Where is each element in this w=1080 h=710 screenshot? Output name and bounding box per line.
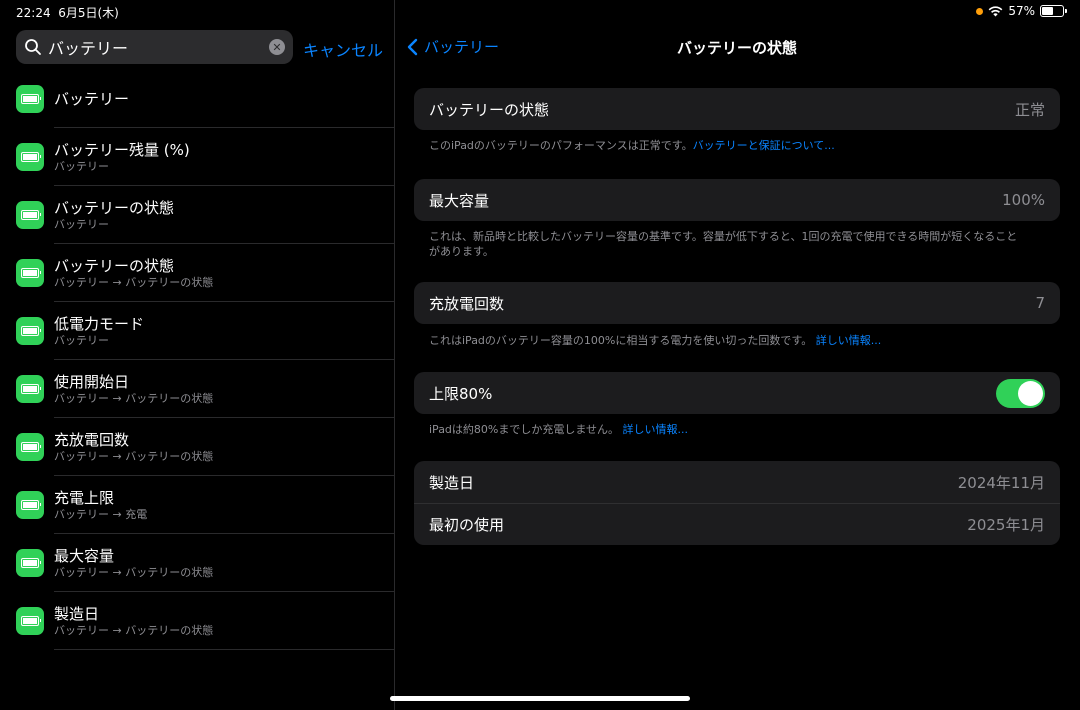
- result-subtitle: バッテリー → バッテリーの状態: [54, 275, 214, 289]
- result-title: バッテリー: [54, 89, 130, 108]
- list-item[interactable]: バッテリー残量 (%) バッテリー: [0, 128, 394, 186]
- result-subtitle: バッテリー: [54, 217, 109, 231]
- battery-settings-icon: [16, 317, 44, 345]
- list-item[interactable]: 充放電回数 バッテリー → バッテリーの状態: [0, 418, 394, 476]
- result-title: バッテリー残量 (%): [54, 140, 190, 159]
- pane-divider: [394, 0, 395, 710]
- cycle-count-footnote: これはiPadのバッテリー容量の100%に相当する電力を使い切った回数です。 詳…: [429, 333, 1019, 348]
- wifi-icon: [988, 5, 1003, 16]
- dates-group: 製造日 2024年11月 最初の使用 2025年1月: [414, 461, 1060, 545]
- max-capacity-value: 100%: [1002, 191, 1045, 209]
- battery-percent: 57%: [1008, 4, 1035, 18]
- toggle-knob: [1018, 380, 1043, 406]
- warranty-link[interactable]: バッテリーと保証について...: [693, 139, 835, 152]
- charge-limit-toggle[interactable]: [996, 378, 1045, 408]
- battery-settings-icon: [16, 375, 44, 403]
- cycle-count-row: 充放電回数 7: [414, 282, 1060, 324]
- clear-search-icon[interactable]: ✕: [269, 39, 285, 55]
- list-item[interactable]: 使用開始日 バッテリー → バッテリーの状態: [0, 360, 394, 418]
- max-capacity-row: 最大容量 100%: [414, 179, 1060, 221]
- battery-health-footnote: このiPadのバッテリーのパフォーマンスは正常です。バッテリーと保証について..…: [429, 138, 1019, 153]
- battery-health-group: バッテリーの状態 正常: [414, 88, 1060, 130]
- search-icon: [25, 39, 41, 55]
- charge-limit-group: 上限80%: [414, 372, 1060, 414]
- result-title: バッテリーの状態: [54, 256, 175, 275]
- manufacture-date-row: 製造日 2024年11月: [414, 461, 1060, 503]
- cycle-learn-more-link[interactable]: 詳しい情報...: [816, 334, 882, 347]
- result-title: 充電上限: [54, 488, 115, 507]
- first-use-value: 2025年1月: [967, 516, 1045, 534]
- max-capacity-label: 最大容量: [429, 191, 490, 210]
- battery-level-fill: [1042, 7, 1054, 15]
- search-input[interactable]: バッテリー: [48, 35, 269, 59]
- cycle-count-group: 充放電回数 7: [414, 282, 1060, 324]
- privacy-indicator-dot: [976, 7, 984, 15]
- charge-limit-label: 上限80%: [429, 384, 493, 403]
- result-subtitle: バッテリー: [54, 333, 109, 347]
- result-subtitle: バッテリー → バッテリーの状態: [54, 449, 214, 463]
- list-item[interactable]: 充電上限 バッテリー → 充電: [0, 476, 394, 534]
- battery-health-label: バッテリーの状態: [429, 100, 550, 119]
- result-title: 低電力モード: [54, 314, 145, 333]
- list-item[interactable]: バッテリーの状態 バッテリー: [0, 186, 394, 244]
- first-use-row: 最初の使用 2025年1月: [414, 503, 1060, 545]
- battery-settings-icon: [16, 549, 44, 577]
- max-capacity-footnote: これは、新品時と比較したバッテリー容量の基準です。容量が低下すると、1回の充電で…: [429, 230, 1018, 258]
- status-indicators: 57%: [976, 4, 1067, 18]
- charge-limit-footnote-text: iPadは約80%までしか充電しません。: [429, 423, 620, 436]
- result-title: 最大容量: [54, 546, 115, 565]
- result-subtitle: バッテリー → バッテリーの状態: [54, 565, 214, 579]
- battery-health-footnote-text: このiPadのバッテリーのパフォーマンスは正常です。: [429, 139, 693, 152]
- cycle-count-label: 充放電回数: [429, 294, 505, 313]
- result-subtitle: バッテリー: [54, 159, 109, 173]
- limit-learn-more-link[interactable]: 詳しい情報...: [623, 423, 689, 436]
- battery-settings-icon: [16, 201, 44, 229]
- cancel-button[interactable]: キャンセル: [303, 37, 383, 61]
- manufacture-date-label: 製造日: [429, 473, 475, 492]
- home-indicator[interactable]: [390, 696, 690, 701]
- battery-settings-icon: [16, 143, 44, 171]
- result-title: 充放電回数: [54, 430, 130, 449]
- list-item[interactable]: 低電力モード バッテリー: [0, 302, 394, 360]
- battery-settings-icon: [16, 85, 44, 113]
- max-capacity-group: 最大容量 100%: [414, 179, 1060, 221]
- search-results-list: バッテリー バッテリー残量 (%) バッテリー バッテリーの状態 バッテリー バッテ…: [0, 70, 394, 650]
- cycle-count-footnote-text: これはiPadのバッテリー容量の100%に相当する電力を使い切った回数です。: [429, 334, 813, 347]
- page-title: バッテリーの状態: [676, 39, 797, 57]
- battery-settings-icon: [16, 259, 44, 287]
- result-subtitle: バッテリー → バッテリーの状態: [54, 623, 214, 637]
- battery-settings-icon: [16, 433, 44, 461]
- result-title: 製造日: [54, 604, 100, 623]
- list-item[interactable]: バッテリー: [0, 70, 394, 128]
- battery-health-value: 正常: [1014, 100, 1045, 119]
- cycle-count-value: 7: [1035, 294, 1045, 312]
- result-subtitle: バッテリー → バッテリーの状態: [54, 391, 214, 405]
- list-item[interactable]: 最大容量 バッテリー → バッテリーの状態: [0, 534, 394, 592]
- search-field[interactable]: バッテリー ✕: [16, 30, 293, 64]
- result-title: バッテリーの状態: [54, 198, 175, 217]
- charge-limit-footnote: iPadは約80%までしか充電しません。 詳しい情報...: [429, 422, 1019, 437]
- battery-icon: [1040, 5, 1067, 17]
- battery-settings-icon: [16, 607, 44, 635]
- first-use-label: 最初の使用: [429, 516, 505, 534]
- charge-limit-row: 上限80%: [414, 372, 1060, 414]
- result-subtitle: バッテリー → 充電: [54, 507, 148, 521]
- manufacture-date-value: 2024年11月: [957, 473, 1045, 492]
- list-item[interactable]: 製造日 バッテリー → バッテリーの状態: [0, 592, 394, 650]
- search-pane: バッテリー ✕ キャンセル バッテリー バッテリー残量 (%) バッテリー バッテ…: [0, 0, 394, 710]
- battery-settings-icon: [16, 491, 44, 519]
- list-item[interactable]: バッテリーの状態 バッテリー → バッテリーの状態: [0, 244, 394, 302]
- battery-health-row[interactable]: バッテリーの状態 正常: [414, 88, 1060, 130]
- result-title: 使用開始日: [54, 372, 130, 391]
